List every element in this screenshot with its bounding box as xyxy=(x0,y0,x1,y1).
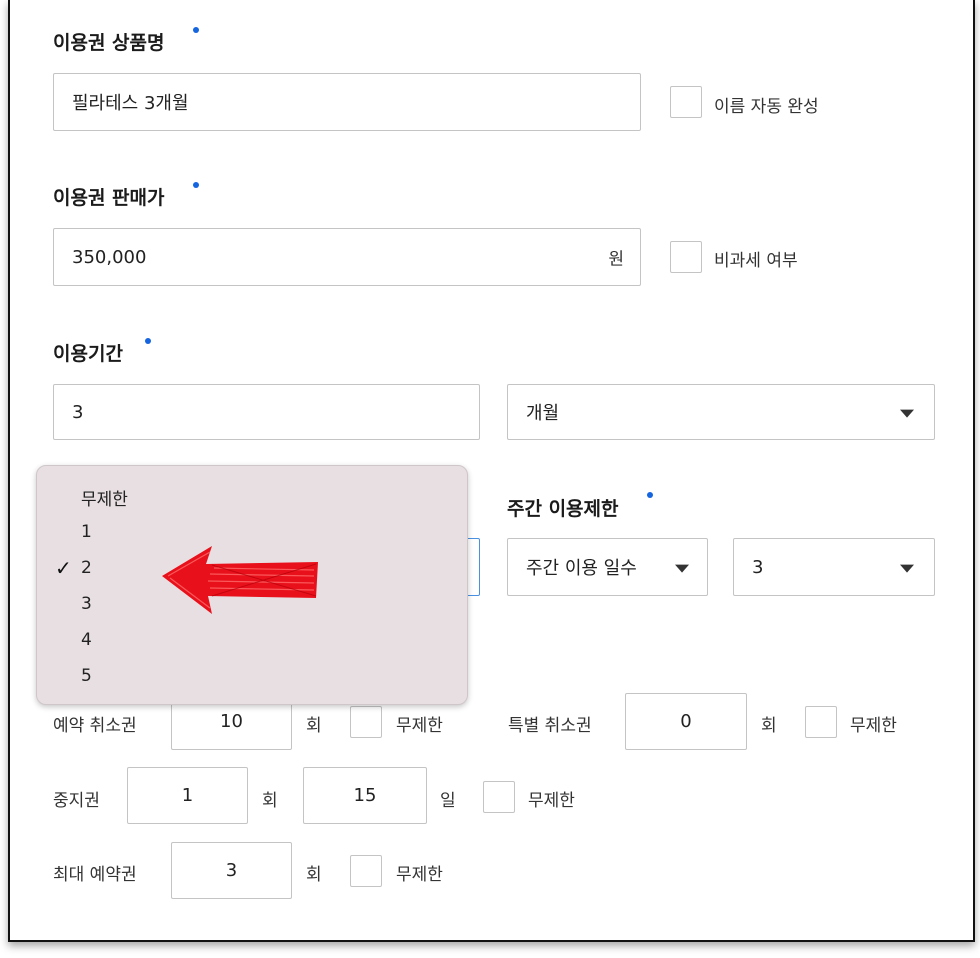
special-cancel-input[interactable]: 0 xyxy=(625,693,747,750)
max-reservation-unit: 회 xyxy=(306,865,322,885)
max-reservation-label: 최대 예약권 xyxy=(53,865,137,885)
pause-label: 중지권 xyxy=(53,791,100,811)
weekly-limit-label: 주간 이용제한 xyxy=(507,498,619,520)
price-label: 이용권 판매가 xyxy=(53,187,165,209)
cancel-unit: 회 xyxy=(306,716,322,736)
weekly-limit-count-select[interactable]: 3 xyxy=(733,538,935,596)
special-cancel-unlimited-checkbox[interactable] xyxy=(805,706,837,738)
auto-name-checkbox[interactable] xyxy=(670,86,702,118)
product-name-label: 이용권 상품명 xyxy=(53,32,165,54)
checkmark-icon: ✓ xyxy=(55,556,72,580)
period-value: 3 xyxy=(72,401,84,423)
pause-days-input[interactable]: 15 xyxy=(303,767,427,824)
max-reservation-unlimited-checkbox[interactable] xyxy=(350,855,382,887)
max-reservation-value: 3 xyxy=(225,860,238,881)
required-indicator xyxy=(193,182,199,188)
price-value: 350,000 xyxy=(72,246,147,268)
dropdown-option[interactable]: 4 xyxy=(81,630,92,650)
dropdown-option[interactable]: 5 xyxy=(81,666,92,686)
max-reservation-input[interactable]: 3 xyxy=(171,842,292,899)
chevron-down-icon xyxy=(900,564,914,573)
red-arrow-left-icon xyxy=(162,546,318,614)
dropdown-option-selected[interactable]: 2 xyxy=(81,558,92,578)
period-value-input[interactable]: 3 xyxy=(53,384,480,440)
cancel-label: 예약 취소권 xyxy=(53,716,137,736)
tax-free-label: 비과세 여부 xyxy=(714,251,798,271)
auto-name-label: 이름 자동 완성 xyxy=(714,97,819,117)
price-input[interactable]: 350,000 원 xyxy=(53,228,641,286)
special-cancel-label: 특별 취소권 xyxy=(508,716,592,736)
period-unit-value: 개월 xyxy=(526,403,560,424)
special-cancel-unit: 회 xyxy=(761,716,777,736)
product-name-input[interactable]: 필라테스 3개월 xyxy=(53,73,641,131)
product-name-value: 필라테스 3개월 xyxy=(72,93,189,114)
chevron-down-icon xyxy=(675,564,689,573)
chevron-down-icon xyxy=(900,409,914,418)
cancel-unlimited-checkbox[interactable] xyxy=(350,706,382,738)
price-unit: 원 xyxy=(608,249,624,270)
weekly-limit-type-select[interactable]: 주간 이용 일수 xyxy=(507,538,708,596)
tax-free-checkbox[interactable] xyxy=(670,241,702,273)
dropdown-option[interactable]: 1 xyxy=(81,522,92,542)
pause-unlimited-checkbox[interactable] xyxy=(483,781,515,813)
weekly-limit-type-value: 주간 이용 일수 xyxy=(526,558,637,579)
pause-count-value: 1 xyxy=(181,785,194,806)
special-cancel-unlimited-label: 무제한 xyxy=(850,716,897,736)
pause-unlimited-label: 무제한 xyxy=(528,791,575,811)
pause-days-value: 15 xyxy=(353,785,377,806)
required-indicator xyxy=(145,338,151,344)
period-unit-select[interactable]: 개월 xyxy=(507,384,935,440)
pause-count-unit: 회 xyxy=(262,791,278,811)
pause-count-input[interactable]: 1 xyxy=(127,767,248,824)
required-indicator xyxy=(193,27,199,33)
special-cancel-value: 0 xyxy=(680,711,692,732)
dropdown-option[interactable]: 3 xyxy=(81,594,92,614)
cancel-unlimited-label: 무제한 xyxy=(396,716,443,736)
required-indicator xyxy=(647,492,653,498)
weekly-limit-count-value: 3 xyxy=(752,556,764,578)
dropdown-option[interactable]: 무제한 xyxy=(81,485,128,510)
pause-days-unit: 일 xyxy=(440,791,456,811)
max-reservation-unlimited-label: 무제한 xyxy=(396,865,443,885)
cancel-count-value: 10 xyxy=(220,711,243,732)
period-label: 이용기간 xyxy=(53,343,123,365)
